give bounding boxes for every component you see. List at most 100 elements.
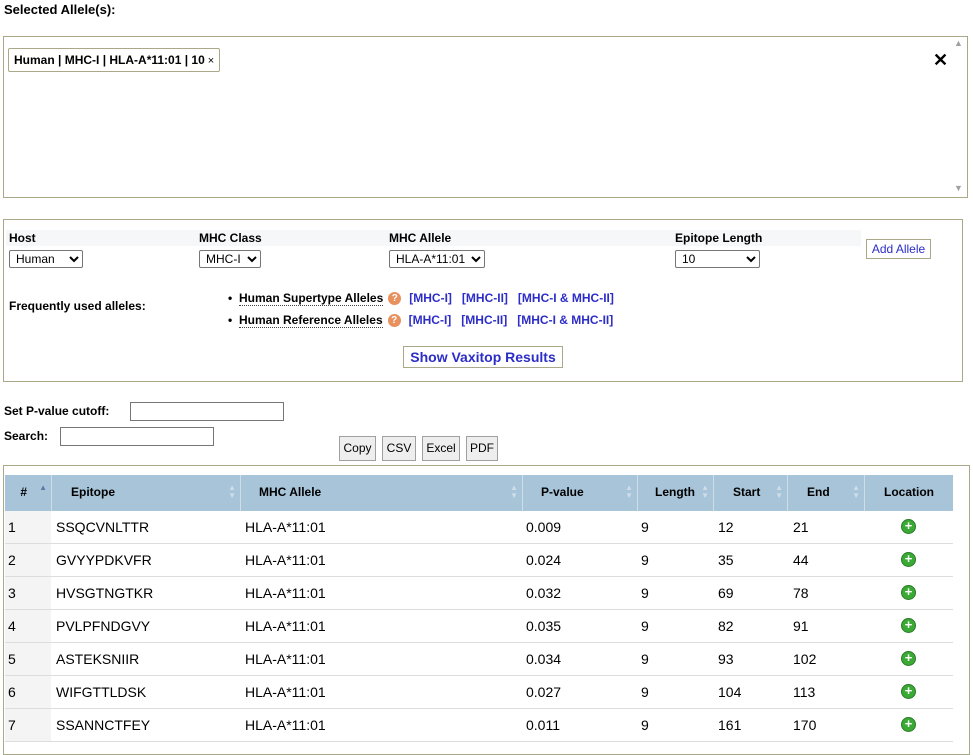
cell-pvalue: 0.011: [526, 717, 560, 733]
cell-epitope: SSQCVNLTTR: [56, 519, 150, 535]
epitope-length-select[interactable]: 10: [675, 250, 760, 268]
search-input[interactable]: [60, 427, 214, 446]
location-plus-icon[interactable]: +: [901, 651, 916, 666]
table-row[interactable]: 3 HVSGTNGTKR HLA-A*11:01 0.032 9 69 78 +: [5, 577, 953, 610]
cell-start: 82: [718, 618, 734, 634]
add-allele-button[interactable]: Add Allele: [866, 239, 931, 259]
cell-num: 7: [5, 709, 51, 741]
sort-icon: ▲ ▼: [775, 483, 783, 500]
location-plus-icon[interactable]: +: [901, 684, 916, 699]
cell-end: 91: [793, 618, 809, 634]
column-header-pvalue[interactable]: P-value ▲ ▼: [522, 475, 637, 511]
cell-pvalue: 0.024: [526, 552, 562, 568]
cell-pvalue: 0.027: [526, 684, 562, 700]
pdf-button[interactable]: PDF: [466, 436, 498, 461]
mhc-allele-label: MHC Allele: [386, 230, 672, 246]
cell-length: 9: [641, 618, 649, 634]
show-vaxitop-results-button[interactable]: Show Vaxitop Results: [403, 346, 563, 368]
column-header-mhc-allele[interactable]: MHC Allele ▲ ▼: [240, 475, 522, 511]
table-row[interactable]: 1 SSQCVNLTTR HLA-A*11:01 0.009 9 12 21 +: [5, 511, 953, 544]
host-select[interactable]: Human: [9, 250, 83, 268]
cell-start: 161: [718, 717, 742, 733]
link-mhc-i[interactable]: [MHC-I]: [409, 291, 452, 305]
cell-start: 69: [718, 585, 734, 601]
cell-epitope: ASTEKSNIIR: [56, 651, 140, 667]
location-plus-icon[interactable]: +: [901, 618, 916, 633]
sort-icon: ▲ ▼: [852, 483, 860, 500]
frequent-row-name: Human Supertype Alleles: [239, 290, 384, 306]
epitope-length-label: Epitope Length: [672, 230, 861, 246]
cell-allele: HLA-A*11:01: [245, 552, 326, 568]
allele-chip-label: Human | MHC-I | HLA-A*11:01 | 10: [14, 53, 205, 67]
location-plus-icon[interactable]: +: [901, 519, 916, 534]
cell-allele: HLA-A*11:01: [245, 717, 326, 733]
link-mhc-i[interactable]: [MHC-I]: [409, 313, 452, 327]
table-row[interactable]: 7 SSANNCTFEY HLA-A*11:01 0.011 9 161 170 +: [5, 709, 953, 742]
link-mhc-i-and-ii[interactable]: [MHC-I & MHC-II]: [518, 291, 614, 305]
scroll-down-icon[interactable]: ▼: [954, 183, 963, 193]
sort-icon: ▲ ▼: [701, 483, 709, 500]
cell-length: 9: [641, 519, 649, 535]
column-header-length[interactable]: Length ▲ ▼: [637, 475, 713, 511]
location-plus-icon[interactable]: +: [901, 717, 916, 732]
cell-num: 1: [5, 511, 51, 543]
column-header-epitope[interactable]: Epitope ▲ ▼: [51, 475, 240, 511]
location-plus-icon[interactable]: +: [901, 585, 916, 600]
column-header-start[interactable]: Start ▲ ▼: [713, 475, 787, 511]
help-icon[interactable]: ?: [388, 291, 402, 305]
column-header-num[interactable]: # ▲: [5, 475, 51, 511]
cell-epitope: SSANNCTFEY: [56, 717, 151, 733]
cell-epitope: GVYYPDKVFR: [56, 552, 152, 568]
chip-remove-icon[interactable]: ×: [208, 55, 214, 67]
cell-num: 3: [5, 577, 51, 609]
cell-epitope: PVLPFNDGVY: [56, 618, 151, 634]
cell-length: 9: [641, 717, 649, 733]
cell-length: 9: [641, 651, 649, 667]
selected-alleles-title: Selected Allele(s):: [4, 2, 116, 17]
table-row[interactable]: 5 ASTEKSNIIR HLA-A*11:01 0.034 9 93 102 +: [5, 643, 953, 676]
cell-pvalue: 0.032: [526, 585, 562, 601]
cell-pvalue: 0.035: [526, 618, 562, 634]
scroll-up-icon[interactable]: ▲: [954, 38, 963, 48]
link-mhc-ii[interactable]: [MHC-II]: [461, 313, 507, 327]
clear-all-icon[interactable]: ✕: [933, 50, 948, 71]
csv-button[interactable]: CSV: [382, 436, 416, 461]
cell-pvalue: 0.034: [526, 651, 562, 667]
cell-num: 5: [5, 643, 51, 675]
location-plus-icon[interactable]: +: [901, 552, 916, 567]
pvalue-cutoff-input[interactable]: [130, 402, 284, 421]
excel-button[interactable]: Excel: [422, 436, 460, 461]
frequent-row-reference: • Human Reference Alleles ? [MHC-I] [MHC…: [228, 312, 614, 328]
cell-num: 2: [5, 544, 51, 576]
cell-allele: HLA-A*11:01: [245, 651, 326, 667]
column-header-end[interactable]: End ▲ ▼: [787, 475, 864, 511]
cell-start: 12: [718, 519, 734, 535]
cell-pvalue: 0.009: [526, 519, 562, 535]
cell-num: 4: [5, 610, 51, 642]
table-header: # ▲ Epitope ▲ ▼ MHC Allele ▲ ▼ P-value ▲ ▼ …: [5, 475, 953, 513]
help-icon[interactable]: ?: [387, 313, 401, 327]
table-row[interactable]: 4 PVLPFNDGVY HLA-A*11:01 0.035 9 82 91 +: [5, 610, 953, 643]
sort-icon: ▲ ▼: [228, 483, 236, 500]
copy-button[interactable]: Copy: [339, 436, 376, 461]
allele-chip[interactable]: Human | MHC-I | HLA-A*11:01 | 10 ×: [8, 48, 221, 72]
mhc-allele-select[interactable]: HLA-A*11:01: [389, 250, 485, 268]
cell-length: 9: [641, 684, 649, 700]
cell-allele: HLA-A*11:01: [245, 684, 326, 700]
search-label: Search:: [4, 429, 49, 443]
cell-end: 113: [793, 684, 816, 700]
cell-allele: HLA-A*11:01: [245, 585, 326, 601]
mhc-class-select[interactable]: MHC-I: [199, 250, 261, 268]
link-mhc-i-and-ii[interactable]: [MHC-I & MHC-II]: [517, 313, 613, 327]
cell-allele: HLA-A*11:01: [245, 618, 326, 634]
cell-epitope: WIFGTTLDSK: [56, 684, 147, 700]
cell-allele: HLA-A*11:01: [245, 519, 326, 535]
cell-num: 6: [5, 676, 51, 708]
table-row[interactable]: 2 GVYYPDKVFR HLA-A*11:01 0.024 9 35 44 +: [5, 544, 953, 577]
frequent-alleles-label: Frequently used alleles:: [9, 299, 146, 313]
link-mhc-ii[interactable]: [MHC-II]: [462, 291, 508, 305]
table-row[interactable]: 6 WIFGTTLDSK HLA-A*11:01 0.027 9 104 113 +: [5, 676, 953, 709]
sort-asc-icon: ▲: [39, 483, 47, 492]
sort-icon: ▲ ▼: [510, 483, 518, 500]
cell-length: 9: [641, 552, 649, 568]
